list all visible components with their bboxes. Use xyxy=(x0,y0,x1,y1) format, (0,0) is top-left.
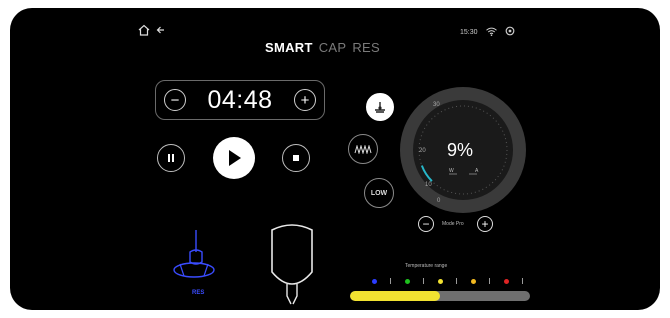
temperature-tick xyxy=(423,278,424,284)
wifi-icon xyxy=(485,27,497,38)
electrode-icon xyxy=(375,102,385,113)
timer-increase-button[interactable]: + xyxy=(294,89,316,111)
power-gauge: 30 20 10 0 9% W A xyxy=(397,84,529,216)
play-button[interactable] xyxy=(213,137,255,179)
home-icon[interactable] xyxy=(138,24,150,38)
level-low-button[interactable]: LOW xyxy=(364,178,394,208)
mode-tabs: SMART CAP RES xyxy=(265,40,380,58)
timer-decrease-button[interactable]: − xyxy=(164,89,186,111)
temperature-bar xyxy=(350,291,530,301)
temperature-bar-fill xyxy=(350,291,440,301)
tab-cap[interactable]: CAP xyxy=(319,40,347,55)
gauge-footer-label: Mode Pro xyxy=(442,221,464,227)
stop-button[interactable] xyxy=(282,144,310,172)
temperature-tick xyxy=(456,278,457,284)
temperature-label: Temperature range xyxy=(405,263,448,269)
temperature-dot xyxy=(504,279,509,284)
electrode-mode-button[interactable] xyxy=(366,93,394,121)
gauge-left-label: W xyxy=(449,168,454,174)
temperature-dot xyxy=(471,279,476,284)
temperature-tick xyxy=(489,278,490,284)
gauge-decrease-button[interactable]: − xyxy=(418,216,434,232)
res-accessory-image xyxy=(170,228,218,291)
temperature-dot xyxy=(405,279,410,284)
timer-value: 04:48 xyxy=(207,85,273,114)
play-icon xyxy=(229,150,241,166)
wave-mode-button[interactable] xyxy=(348,134,378,164)
status-bar: 15:30 xyxy=(460,26,515,38)
timer-box: − 04:48 + xyxy=(155,80,325,120)
device-screen: SMART CAP RES 15:30 − 04:48 + LOW 30 20 … xyxy=(10,8,660,310)
handpiece-image xyxy=(262,220,322,310)
gauge-scale-label: 10 xyxy=(425,182,432,188)
gauge-scale-label: 30 xyxy=(433,102,440,108)
minus-icon: − xyxy=(170,91,180,109)
temperature-dot xyxy=(438,279,443,284)
gauge-right-label: A xyxy=(475,168,479,174)
gauge-increase-button[interactable]: + xyxy=(477,216,493,232)
back-arrow-icon[interactable] xyxy=(156,24,166,38)
tab-smart[interactable]: SMART xyxy=(265,40,313,55)
temperature-tick xyxy=(390,278,391,284)
minus-icon: − xyxy=(422,217,430,231)
wave-icon xyxy=(354,144,372,154)
gauge-value: 9% xyxy=(447,140,474,160)
accessory-label: RES xyxy=(192,290,205,296)
level-label: LOW xyxy=(370,189,388,197)
gauge-scale-label: 0 xyxy=(437,198,441,204)
stop-icon xyxy=(293,155,299,161)
tab-res[interactable]: RES xyxy=(352,40,380,55)
plus-icon: + xyxy=(300,91,310,109)
temperature-dot xyxy=(372,279,377,284)
pause-icon xyxy=(168,154,174,162)
clock-text: 15:30 xyxy=(460,28,478,36)
gauge-scale-label: 20 xyxy=(419,148,426,154)
plus-icon: + xyxy=(481,217,489,231)
pause-button[interactable] xyxy=(157,144,185,172)
temperature-tick xyxy=(522,278,523,284)
settings-icon[interactable] xyxy=(505,26,515,38)
